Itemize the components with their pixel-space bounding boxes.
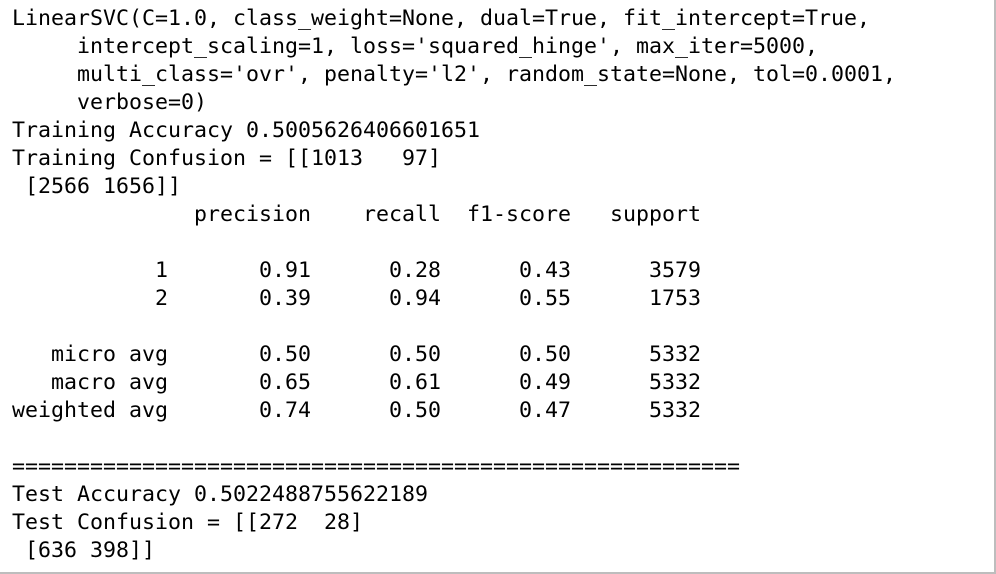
report-row-class-2: 2 0.39 0.94 0.55 1753: [12, 286, 702, 311]
console-output-panel: LinearSVC(C=1.0, class_weight=None, dual…: [0, 0, 996, 574]
report-row-class-1: 1 0.91 0.28 0.43 3579: [12, 258, 702, 283]
report-row-macro-avg: macro avg 0.65 0.61 0.49 5332: [12, 370, 702, 395]
model-repr-line-3: multi_class='ovr', penalty='l2', random_…: [12, 62, 897, 87]
test-accuracy-line: Test Accuracy 0.5022488755622189: [12, 482, 429, 507]
test-confusion-line-1: Test Confusion = [[272 28]: [12, 510, 364, 535]
model-repr-line-2: intercept_scaling=1, loss='squared_hinge…: [12, 34, 819, 59]
report-header-line: precision recall f1-score support: [12, 202, 702, 227]
training-accuracy-line: Training Accuracy 0.5005626406601651: [12, 118, 481, 143]
training-confusion-line-1: Training Confusion = [[1013 97]: [12, 146, 442, 171]
report-row-micro-avg: micro avg 0.50 0.50 0.50 5332: [12, 342, 702, 367]
report-row-weighted-avg: weighted avg 0.74 0.50 0.47 5332: [12, 398, 702, 423]
model-repr-line-1: LinearSVC(C=1.0, class_weight=None, dual…: [12, 6, 871, 31]
separator-line: ========================================…: [12, 454, 741, 479]
console-text: LinearSVC(C=1.0, class_weight=None, dual…: [12, 5, 896, 565]
model-repr-line-4: verbose=0): [12, 90, 208, 115]
training-confusion-line-2: [2566 1656]]: [12, 174, 182, 199]
test-confusion-line-2: [636 398]]: [12, 538, 156, 563]
